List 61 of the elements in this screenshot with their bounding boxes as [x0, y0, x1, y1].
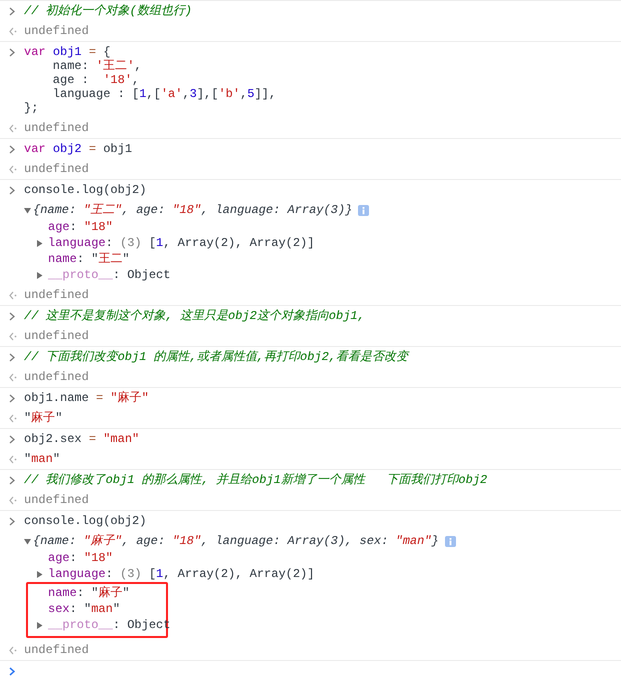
result-arrow-icon: [9, 496, 17, 505]
input-prompt-icon: [9, 48, 15, 57]
result-value: undefined: [24, 24, 90, 38]
property-line: language: (3) [1, Array(2), Array(2)]: [48, 566, 314, 582]
result-value: "麻子": [24, 411, 64, 425]
code-line: // 初始化一个对象(数组也行): [24, 4, 194, 18]
code-line: // 我们修改了obj1 的那么属性, 并且给obj1新增了一个属性 下面我们打印obj2: [24, 473, 488, 487]
object-summary[interactable]: {name: "王二", age: "18", language: Array(3)}: [33, 202, 352, 219]
result-arrow-icon: [9, 124, 17, 133]
result-arrow-icon: [9, 646, 17, 655]
expand-triangle-icon[interactable]: [36, 240, 43, 246]
property-line: age: "18": [48, 219, 113, 235]
result-value: undefined: [24, 493, 90, 507]
result-arrow-icon: [9, 373, 17, 382]
code-line: console.log(obj2): [24, 183, 148, 197]
expand-triangle-icon[interactable]: [36, 570, 43, 578]
input-prompt-icon: [9, 394, 15, 403]
property-line: sex: "man": [48, 601, 120, 617]
input-prompt-icon: [9, 312, 15, 321]
code-line: // 这里不是复制这个对象, 这里只是obj2这个对象指向obj1,: [24, 309, 366, 323]
result-value: undefined: [24, 329, 90, 343]
result-arrow-icon: [9, 291, 17, 300]
result-value: undefined: [24, 288, 90, 302]
result-value: undefined: [24, 643, 90, 657]
result-arrow-icon: [9, 414, 17, 423]
object-summary[interactable]: {name: "麻子", age: "18", language: Array(3), sex: "man"}: [33, 533, 439, 550]
property-line: language: (3) [1, Array(2), Array(2)]: [48, 235, 314, 251]
collapse-triangle-icon[interactable]: [24, 538, 31, 545]
input-prompt-icon: [9, 353, 15, 362]
console-prompt-icon[interactable]: [9, 667, 15, 676]
code-line: language : [1,['a',3],['b',5]],: [52, 87, 278, 101]
code-line: name: '王二',: [52, 59, 143, 73]
input-prompt-icon: [9, 476, 15, 485]
result-arrow-icon: [9, 332, 17, 341]
property-line: name: "王二": [48, 251, 130, 267]
collapse-triangle-icon[interactable]: [24, 207, 31, 214]
code-line: console.log(obj2): [24, 514, 148, 528]
result-value: undefined: [24, 121, 90, 135]
input-prompt-icon: [9, 145, 15, 154]
result-arrow-icon: [9, 455, 17, 464]
code-line: obj2.sex = "man": [24, 432, 140, 446]
property-line: name: "麻子": [48, 585, 130, 601]
code-line: };: [24, 101, 40, 115]
code-line: age : '18',: [52, 73, 140, 87]
code-line: var obj2 = obj1: [24, 142, 134, 156]
code-line: var obj1 = {: [24, 45, 112, 59]
input-prompt-icon: [9, 7, 15, 16]
code-line: obj1.name = "麻子": [24, 391, 150, 405]
property-line: age: "18": [48, 550, 113, 566]
input-prompt-icon: [9, 186, 15, 195]
expand-triangle-icon[interactable]: [36, 272, 43, 278]
code-line: // 下面我们改变obj1 的属性,或者属性值,再打印obj2,看看是否改变: [24, 350, 410, 364]
result-arrow-icon: [9, 165, 17, 174]
input-prompt-icon: [9, 435, 15, 444]
property-line: __proto__: Object: [48, 267, 170, 283]
input-prompt-icon: [9, 517, 15, 526]
expand-triangle-icon[interactable]: [36, 622, 43, 628]
result-arrow-icon: [9, 27, 17, 36]
result-value: undefined: [24, 162, 90, 176]
result-value: "man": [24, 452, 62, 466]
result-value: undefined: [24, 370, 90, 384]
